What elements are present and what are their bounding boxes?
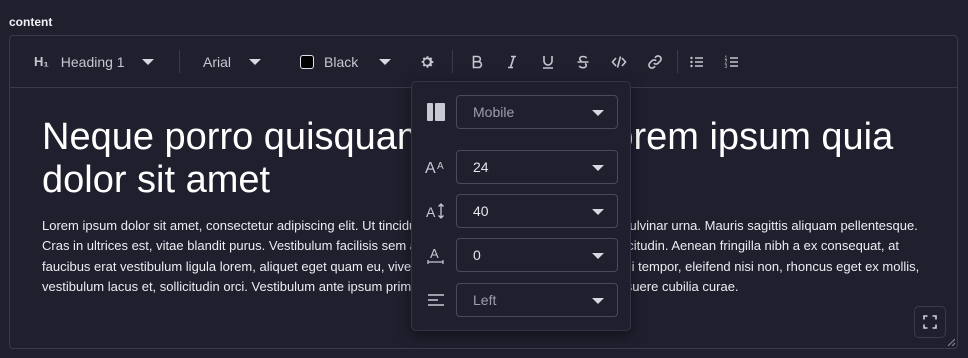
font-size-row: AA 24 xyxy=(412,150,630,184)
font-size-value: 24 xyxy=(473,159,489,175)
toolbar-divider xyxy=(179,50,180,73)
letter-spacing-value: 0 xyxy=(473,247,481,263)
alignment-select[interactable]: Left xyxy=(456,283,618,317)
chevron-down-icon xyxy=(592,253,604,259)
device-select[interactable]: Mobile xyxy=(456,95,618,129)
alignment-value: Left xyxy=(473,292,497,308)
alignment-row: Left xyxy=(412,283,630,317)
field-label: content xyxy=(9,15,53,29)
numbered-list-icon[interactable]: 123 xyxy=(721,51,743,73)
chevron-down-icon xyxy=(592,298,604,304)
device-row: Mobile xyxy=(412,95,630,129)
toolbar-divider xyxy=(452,50,453,73)
svg-text:A: A xyxy=(426,204,436,220)
text-settings-popover: Mobile AA 24 A 40 A 0 Left xyxy=(411,81,631,331)
device-layout-icon xyxy=(425,102,447,122)
line-height-value: 40 xyxy=(473,203,489,219)
line-height-select[interactable]: 40 xyxy=(456,194,618,228)
code-icon[interactable] xyxy=(608,51,630,73)
font-size-select[interactable]: 24 xyxy=(456,150,618,184)
underline-icon[interactable] xyxy=(537,51,559,73)
italic-icon[interactable] xyxy=(501,51,523,73)
bold-icon[interactable] xyxy=(466,51,488,73)
fullscreen-button[interactable] xyxy=(914,306,946,338)
font-size-icon: AA xyxy=(425,157,447,177)
heading-icon: H₁ xyxy=(34,54,49,69)
device-select-value: Mobile xyxy=(473,104,515,120)
heading-select[interactable]: H₁ Heading 1 xyxy=(34,36,154,87)
link-icon[interactable] xyxy=(644,51,666,73)
strikethrough-icon[interactable] xyxy=(572,51,594,73)
toolbar-divider xyxy=(677,50,678,73)
letter-spacing-row: A 0 xyxy=(412,238,630,272)
text-color-value: Black xyxy=(324,53,359,70)
svg-text:A: A xyxy=(425,160,436,176)
text-color-select[interactable]: Black xyxy=(300,36,392,87)
svg-text:A: A xyxy=(430,246,439,261)
align-left-icon xyxy=(425,290,447,310)
line-height-row: A 40 xyxy=(412,194,630,228)
chevron-down-icon xyxy=(249,58,262,65)
resize-handle-icon[interactable] xyxy=(947,338,955,346)
expand-icon xyxy=(923,315,937,329)
svg-text:A: A xyxy=(437,161,444,172)
color-swatch xyxy=(300,54,314,69)
heading-select-value: Heading 1 xyxy=(60,53,125,70)
chevron-down-icon xyxy=(592,209,604,215)
gear-icon[interactable] xyxy=(416,51,438,73)
font-family-select[interactable]: Arial xyxy=(203,36,262,87)
bulleted-list-icon[interactable] xyxy=(686,51,708,73)
chevron-down-icon xyxy=(379,58,392,65)
chevron-down-icon xyxy=(141,58,154,65)
line-height-icon: A xyxy=(425,201,447,221)
chevron-down-icon xyxy=(592,165,604,171)
letter-spacing-select[interactable]: 0 xyxy=(456,238,618,272)
svg-text:3: 3 xyxy=(725,64,728,70)
font-family-value: Arial xyxy=(203,53,232,70)
letter-spacing-icon: A xyxy=(425,245,447,265)
chevron-down-icon xyxy=(592,110,604,116)
